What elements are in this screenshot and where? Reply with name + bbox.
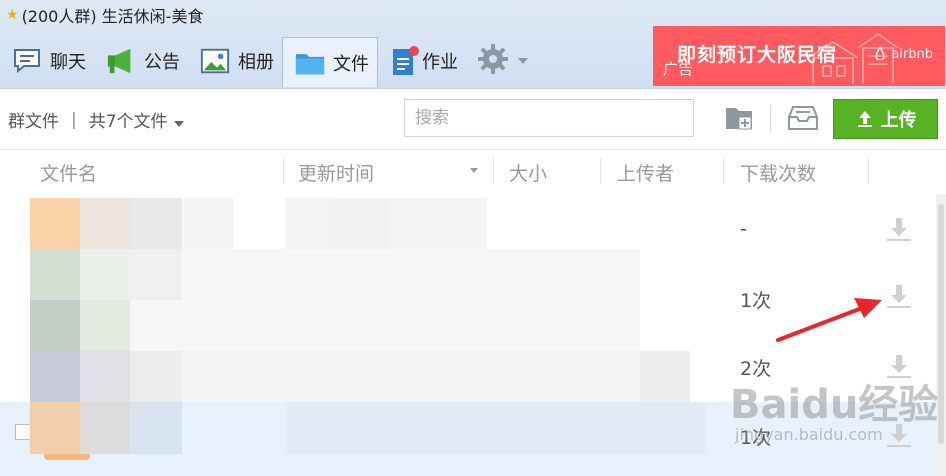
column-divider[interactable] xyxy=(868,158,869,184)
blurred-file-icon xyxy=(30,351,80,402)
photo-icon xyxy=(200,46,230,76)
blurred-file-details xyxy=(130,300,640,351)
column-header-uploader[interactable]: 上传者 xyxy=(617,159,674,186)
ad-banner[interactable]: 即刻预订大阪民宿 广告 airbnb xyxy=(653,26,945,86)
blurred-filename xyxy=(80,300,130,351)
column-divider[interactable] xyxy=(283,158,284,184)
ad-brand: airbnb xyxy=(873,45,933,62)
file-manager-button[interactable] xyxy=(786,101,820,135)
window-title: (200人群) 生活休闲-美食 xyxy=(21,7,204,26)
file-toolbar: 群文件 | 共7个文件 上传 xyxy=(0,89,946,150)
chat-bubble-icon xyxy=(12,46,42,76)
download-icon xyxy=(887,218,911,241)
tab-homework[interactable]: 作业 xyxy=(378,37,466,85)
megaphone-icon xyxy=(106,46,136,76)
blurred-filename xyxy=(80,402,130,454)
blurred-uploader xyxy=(640,351,690,402)
settings-menu[interactable] xyxy=(466,42,528,80)
tab-announcement-label: 公告 xyxy=(144,52,180,73)
column-divider[interactable] xyxy=(723,158,724,184)
blurred-filename xyxy=(130,402,182,454)
blurred-filename xyxy=(80,249,130,300)
tab-files[interactable]: 文件 xyxy=(282,37,378,87)
blurred-filename xyxy=(130,249,182,300)
star-icon: ★ xyxy=(6,7,19,23)
new-folder-button[interactable] xyxy=(722,101,756,135)
column-header-size[interactable]: 大小 xyxy=(509,159,547,186)
toolbar-divider xyxy=(770,105,771,133)
column-header-name[interactable]: 文件名 xyxy=(40,159,97,186)
column-header-updated[interactable]: 更新时间 xyxy=(298,159,374,186)
breadcrumb: 群文件 | 共7个文件 xyxy=(8,107,184,132)
blurred-filename xyxy=(80,198,130,249)
search-input[interactable] xyxy=(404,99,694,137)
vertical-scrollbar[interactable] xyxy=(936,194,946,476)
folder-icon xyxy=(295,48,325,78)
homework-icon xyxy=(390,46,420,76)
blurred-updated-time xyxy=(285,198,335,249)
ad-text: 即刻预订大阪民宿 xyxy=(677,44,838,66)
tab-chat-label: 聊天 xyxy=(50,52,86,73)
blurred-file-icon xyxy=(30,300,80,351)
tab-bar: 聊天 公告 相册 文件 作业 xyxy=(0,36,528,87)
baidu-watermark-url: jingyan.baidu.com xyxy=(735,425,883,444)
sort-desc-icon xyxy=(470,168,478,173)
tab-homework-label: 作业 xyxy=(422,52,458,73)
scrollbar-thumb[interactable] xyxy=(938,204,944,444)
blurred-file-icon xyxy=(30,198,80,249)
ad-mark: 广告 xyxy=(663,60,694,78)
blurred-filename xyxy=(80,351,130,402)
upload-button[interactable]: 上传 xyxy=(833,99,938,139)
upload-icon xyxy=(857,111,872,127)
download-button[interactable] xyxy=(884,214,914,244)
tab-chat[interactable]: 聊天 xyxy=(0,37,94,85)
file-row[interactable]: - xyxy=(0,198,936,249)
group-window-header: ★ (200人群) 生活休闲-美食 聊天 公告 相册 文件 作业 即刻预订大阪民… xyxy=(0,0,946,89)
file-list-header: 文件名 更新时间 大小 上传者 下载次数 xyxy=(0,150,946,194)
blurred-filename xyxy=(130,351,182,402)
tab-announcement[interactable]: 公告 xyxy=(94,37,188,85)
column-header-downloads[interactable]: 下载次数 xyxy=(740,159,816,186)
tab-album[interactable]: 相册 xyxy=(188,37,282,85)
chevron-down-icon xyxy=(518,58,528,64)
file-count-dropdown[interactable]: 共7个文件 xyxy=(89,107,184,132)
annotation-arrow-icon xyxy=(776,298,882,342)
blurred-updated-time xyxy=(335,198,387,249)
row-checkbox[interactable] xyxy=(15,424,31,440)
column-divider[interactable] xyxy=(600,158,601,184)
blurred-filename xyxy=(130,198,182,249)
tab-files-label: 文件 xyxy=(333,53,369,75)
blurred-file-details xyxy=(285,402,705,454)
new-folder-icon xyxy=(726,108,752,130)
baidu-watermark: Baidu经验 xyxy=(730,382,939,428)
blurred-updated-time xyxy=(387,198,487,249)
column-divider[interactable] xyxy=(493,158,494,184)
blurred-file-details xyxy=(182,249,640,300)
download-count: - xyxy=(740,218,747,240)
breadcrumb-root[interactable]: 群文件 xyxy=(8,107,59,132)
blurred-file-icon xyxy=(30,402,80,454)
blurred-filename xyxy=(182,198,234,249)
gear-icon xyxy=(476,42,510,80)
window-title-bar: ★ (200人群) 生活休闲-美食 xyxy=(6,4,203,26)
upload-button-label: 上传 xyxy=(880,110,917,131)
blurred-file-icon-edge xyxy=(44,454,90,460)
tab-album-label: 相册 xyxy=(238,52,274,73)
inbox-tray-icon xyxy=(788,106,818,130)
blurred-file-details xyxy=(182,351,640,402)
airbnb-logo-icon xyxy=(875,45,885,61)
chevron-down-icon xyxy=(173,121,184,127)
breadcrumb-separator: | xyxy=(71,109,77,130)
blurred-file-icon xyxy=(30,249,80,300)
